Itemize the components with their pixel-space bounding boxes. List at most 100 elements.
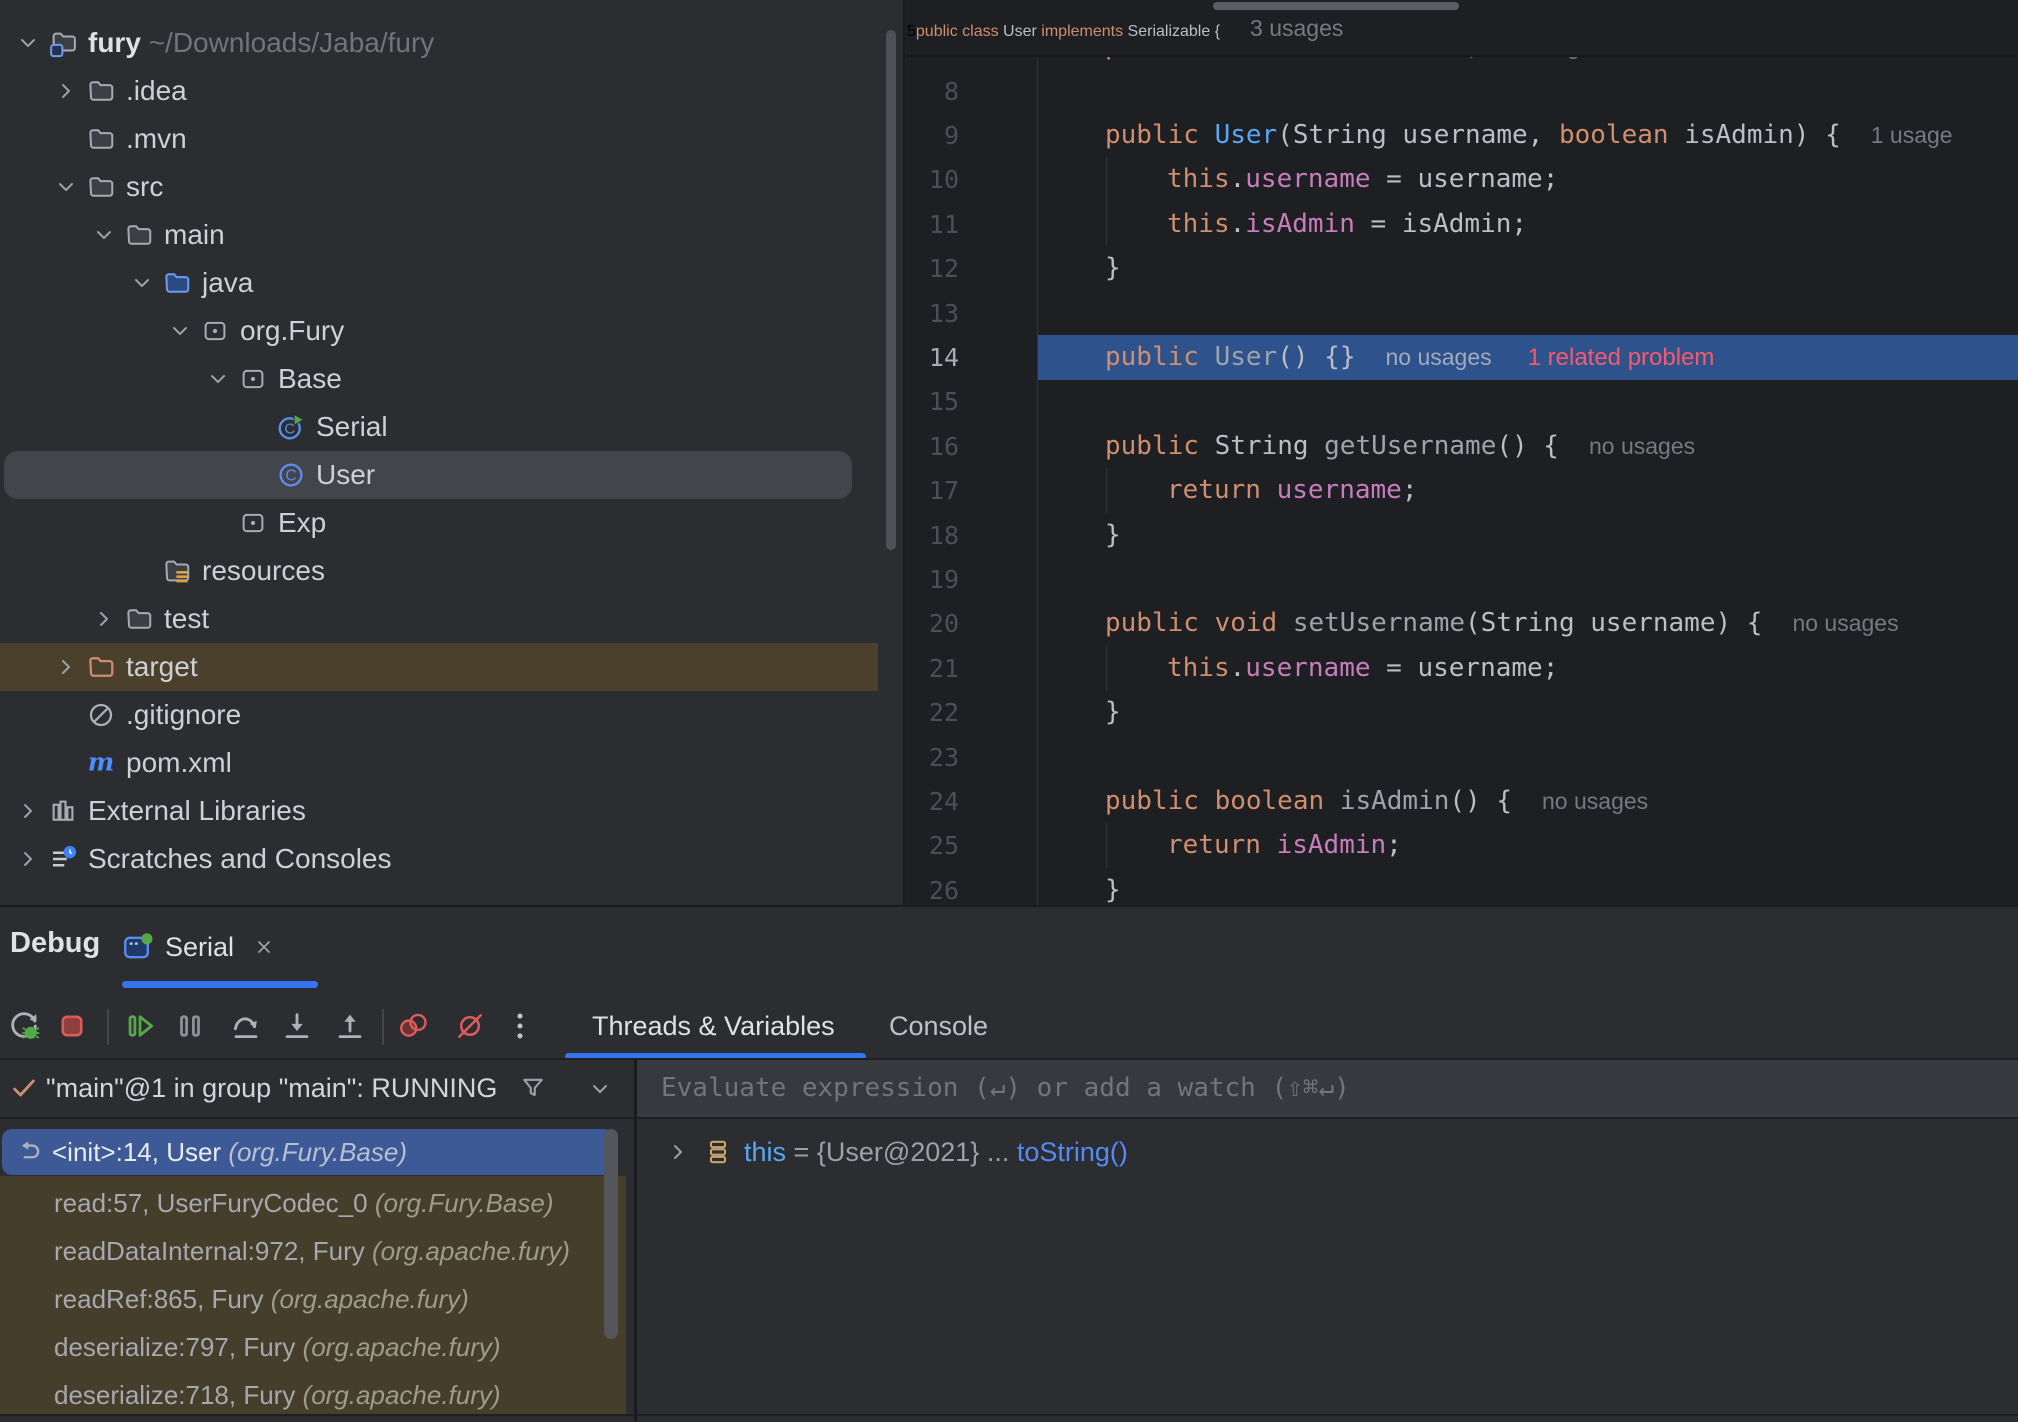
line-number[interactable]: 14 — [907, 335, 959, 380]
editor-line-20[interactable]: 20public void setUsername(String usernam… — [907, 601, 2018, 646]
line-number[interactable]: 17 — [907, 468, 959, 513]
tree-scrollbar[interactable] — [886, 30, 896, 550]
evaluate-expression-input[interactable]: Evaluate expression (↵) or add a watch (… — [637, 1060, 2018, 1117]
line-number[interactable]: 10 — [907, 157, 959, 202]
line-number[interactable]: 22 — [907, 690, 959, 735]
frame-row-2[interactable]: read:57, UserFuryCodec_0 (org.Fury.Base) — [0, 1179, 626, 1227]
editor-line-19[interactable]: 19 — [907, 557, 2018, 602]
step-out-button[interactable] — [330, 1006, 370, 1046]
tree-item-external-libraries[interactable]: External Libraries — [0, 787, 905, 835]
editor-line-17[interactable]: 17return username; — [907, 468, 2018, 513]
editor-line-23[interactable]: 23 — [907, 735, 2018, 780]
view-breakpoints-button[interactable] — [393, 1006, 433, 1046]
tree-item-src[interactable]: src — [0, 163, 905, 211]
tree-item-org-fury[interactable]: org.Fury — [0, 307, 905, 355]
line-number[interactable]: 8 — [907, 69, 959, 114]
editor-line-26[interactable]: 26} — [907, 868, 2018, 905]
editor-line-18[interactable]: 18} — [907, 513, 2018, 558]
tree-item-user[interactable]: CUser — [4, 451, 852, 499]
chevron-down-icon[interactable] — [206, 367, 230, 391]
chevron-right-icon[interactable] — [16, 799, 40, 823]
editor-line-14[interactable]: 14public User() {}no usages1 related pro… — [907, 335, 2018, 380]
line-number[interactable]: 9 — [907, 113, 959, 158]
chevron-down-icon[interactable] — [54, 175, 78, 199]
line-number[interactable]: 18 — [907, 513, 959, 558]
tree-item-scratches-and-consoles[interactable]: Scratches and Consoles — [0, 835, 905, 883]
frames-scrollbar[interactable] — [604, 1129, 618, 1339]
chevron-right-icon[interactable] — [92, 607, 116, 631]
line-number[interactable]: 12 — [907, 246, 959, 291]
tree-item-serial[interactable]: CSerial — [0, 403, 905, 451]
chevron-down-icon[interactable] — [588, 1077, 612, 1101]
frame-row-1[interactable]: <init>:14, User (org.Fury.Base) — [2, 1129, 614, 1175]
chevron-down-icon[interactable] — [16, 31, 40, 55]
more-button[interactable] — [500, 1006, 540, 1046]
mute-breakpoints-button[interactable] — [450, 1006, 490, 1046]
line-number[interactable]: 16 — [907, 424, 959, 469]
usages-inlay-hint[interactable]: 3 usages — [1250, 15, 1343, 41]
tree-item-java[interactable]: java — [0, 259, 905, 307]
thread-status-row[interactable]: "main"@1 in group "main": RUNNING — [0, 1060, 634, 1117]
step-over-button[interactable] — [226, 1006, 266, 1046]
step-into-button[interactable] — [277, 1006, 317, 1046]
close-icon[interactable] — [252, 935, 276, 959]
frame-row-6[interactable]: deserialize:718, Fury (org.apache.fury) — [0, 1371, 626, 1414]
line-number[interactable]: 26 — [907, 868, 959, 905]
chevron-right-icon[interactable] — [666, 1140, 690, 1164]
editor-line-22[interactable]: 22} — [907, 690, 2018, 735]
usages-inlay-hint[interactable]: 1 usage — [1871, 122, 1953, 148]
tree-item-base[interactable]: Base — [0, 355, 905, 403]
line-number[interactable]: 11 — [907, 202, 959, 247]
debug-session-tab[interactable]: Serial — [122, 919, 276, 975]
tab-threads-variables[interactable]: Threads & Variables — [592, 1008, 835, 1044]
editor-line-24[interactable]: 24public boolean isAdmin() {no usages — [907, 779, 2018, 824]
line-number[interactable]: 21 — [907, 646, 959, 691]
line-number[interactable]: 24 — [907, 779, 959, 824]
line-number[interactable]: 13 — [907, 291, 959, 336]
usages-inlay-hint[interactable]: no usages — [1542, 788, 1648, 814]
line-number[interactable]: 19 — [907, 557, 959, 602]
frames-variables-divider[interactable] — [634, 1060, 637, 1422]
chevron-down-icon[interactable] — [168, 319, 192, 343]
chevron-right-icon[interactable] — [54, 79, 78, 103]
editor-line-8[interactable]: 8 — [907, 69, 2018, 114]
tab-console[interactable]: Console — [889, 1008, 988, 1044]
chevron-right-icon[interactable] — [16, 847, 40, 871]
editor-line-9[interactable]: 9public User(String username, boolean is… — [907, 113, 2018, 158]
editor-line-11[interactable]: 11this.isAdmin = isAdmin; — [907, 202, 2018, 247]
editor-line-25[interactable]: 25return isAdmin; — [907, 823, 2018, 868]
variable-row-this[interactable]: this = {User@2021} ... toString() — [637, 1128, 2018, 1176]
filter-funnel-icon[interactable] — [519, 1074, 547, 1102]
pause-button[interactable] — [170, 1006, 210, 1046]
frame-row-5[interactable]: deserialize:797, Fury (org.apache.fury) — [0, 1323, 626, 1371]
editor-line-21[interactable]: 21this.username = username; — [907, 646, 2018, 691]
tree-item--mvn[interactable]: .mvn — [0, 115, 905, 163]
tree-item--idea[interactable]: .idea — [0, 67, 905, 115]
resume-button[interactable] — [120, 1006, 160, 1046]
line-number[interactable]: 15 — [907, 379, 959, 424]
tree-item--gitignore[interactable]: .gitignore — [0, 691, 905, 739]
editor-line-16[interactable]: 16public String getUsername() {no usages — [907, 424, 2018, 469]
tree-item-main[interactable]: main — [0, 211, 905, 259]
chevron-down-icon[interactable] — [92, 223, 116, 247]
tree-item-exp[interactable]: Exp — [0, 499, 905, 547]
editor-line-12[interactable]: 12} — [907, 246, 2018, 291]
tree-item-fury[interactable]: fury ~/Downloads/Jaba/fury — [0, 19, 905, 67]
tree-item-target[interactable]: target — [0, 643, 878, 691]
line-number[interactable]: 5 — [907, 23, 916, 40]
code-editor[interactable]: 7private boolean isAdmin;4 usagesisAdmin… — [907, 0, 2018, 905]
related-problem-hint[interactable]: 1 related problem — [1528, 344, 1715, 371]
tree-item-pom-xml[interactable]: mpom.xml — [0, 739, 905, 787]
chevron-right-icon[interactable] — [54, 655, 78, 679]
editor-line-10[interactable]: 10this.username = username; — [907, 157, 2018, 202]
editor-line-13[interactable]: 13 — [907, 291, 2018, 336]
line-number[interactable]: 20 — [907, 601, 959, 646]
line-number[interactable]: 25 — [907, 823, 959, 868]
usages-inlay-hint[interactable]: no usages — [1589, 433, 1695, 459]
chevron-down-icon[interactable] — [130, 271, 154, 295]
usages-inlay-hint[interactable]: no usages — [1385, 344, 1491, 370]
tree-item-resources[interactable]: resources — [0, 547, 905, 595]
usages-inlay-hint[interactable]: no usages — [1792, 610, 1898, 636]
rerun-button[interactable] — [4, 1006, 44, 1046]
frame-row-3[interactable]: readDataInternal:972, Fury (org.apache.f… — [0, 1227, 626, 1275]
